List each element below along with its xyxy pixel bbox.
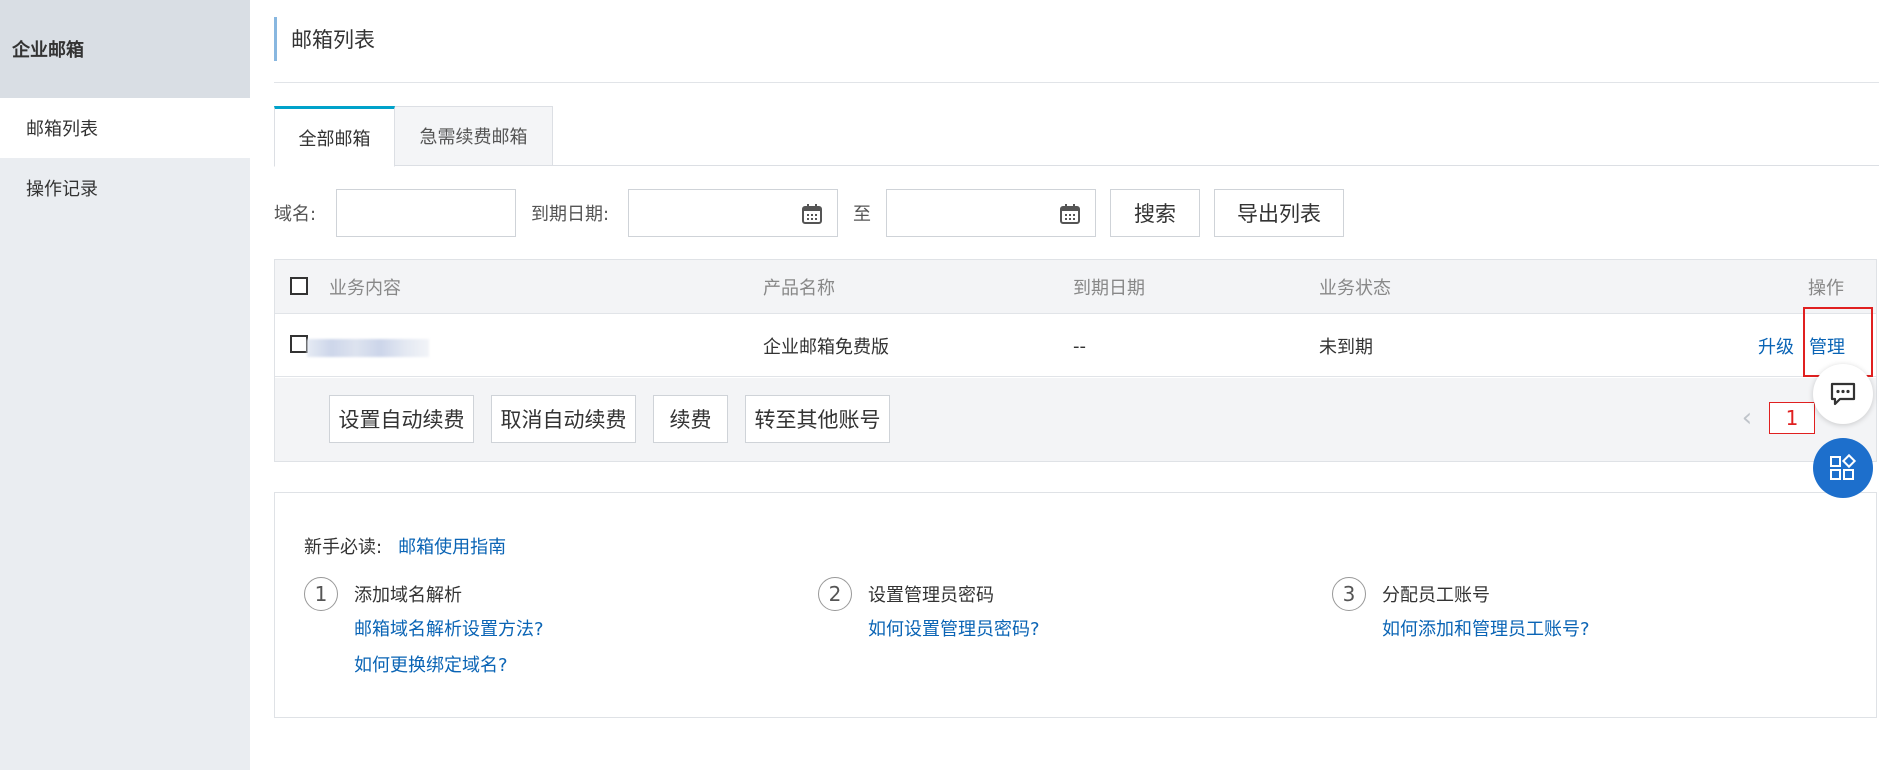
- sidebar-item-mailbox-list[interactable]: 邮箱列表: [0, 98, 250, 158]
- row-expiry: --: [1073, 335, 1086, 357]
- step-title: 分配员工账号: [1382, 585, 1490, 606]
- calendar-icon[interactable]: [1059, 203, 1081, 225]
- expiry-date-label: 到期日期:: [531, 204, 610, 225]
- step-link[interactable]: 如何更换绑定域名?: [354, 651, 508, 677]
- guide-step-1: 1 添加域名解析 邮箱域名解析设置方法? 如何更换绑定域名?: [304, 577, 804, 697]
- expiry-from-input[interactable]: [628, 189, 838, 237]
- transfer-account-button[interactable]: 转至其他账号: [745, 395, 890, 443]
- step-link[interactable]: 邮箱域名解析设置方法?: [354, 615, 544, 641]
- mailbox-table: 业务内容 产品名称 到期日期 业务状态 操作 企业邮箱免费版 -- 未到期 升级…: [274, 259, 1877, 462]
- beginner-guide: 新手必读: 邮箱使用指南 1 添加域名解析 邮箱域名解析设置方法? 如何更换绑定…: [274, 492, 1877, 718]
- step-number: 2: [818, 577, 852, 611]
- header-content: 业务内容: [329, 278, 401, 299]
- step-title: 设置管理员密码: [868, 585, 994, 606]
- header-product: 产品名称: [763, 278, 835, 299]
- pager-current-page[interactable]: 1: [1769, 402, 1815, 434]
- table-footer: 设置自动续费 取消自动续费 续费 转至其他账号 ‹ 1: [275, 378, 1876, 461]
- domain-input[interactable]: [336, 189, 516, 237]
- table-row: 企业邮箱免费版 -- 未到期 升级 管理: [275, 307, 1876, 377]
- chat-icon: [1830, 382, 1856, 406]
- date-range-to-label: 至: [853, 204, 871, 225]
- renew-button[interactable]: 续费: [653, 395, 728, 443]
- table-header: 业务内容 产品名称 到期日期 业务状态 操作: [275, 260, 1876, 314]
- step-link[interactable]: 如何设置管理员密码?: [868, 615, 1040, 641]
- auto-renew-button[interactable]: 设置自动续费: [329, 395, 474, 443]
- main-content: 邮箱列表 全部邮箱 急需续费邮箱 域名: 到期日期: 至 搜索 导出列表 业务内…: [274, 0, 1879, 770]
- sidebar-title: 企业邮箱: [0, 0, 250, 98]
- apps-icon: [1830, 453, 1857, 480]
- tab-bar: 全部邮箱 急需续费邮箱: [274, 106, 1879, 167]
- guide-link[interactable]: 邮箱使用指南: [398, 533, 506, 559]
- search-button[interactable]: 搜索: [1110, 189, 1200, 237]
- step-title: 添加域名解析: [354, 585, 462, 606]
- guide-step-2: 2 设置管理员密码 如何设置管理员密码?: [818, 577, 1318, 697]
- expiry-to-input[interactable]: [886, 189, 1096, 237]
- header-actions: 操作: [1808, 278, 1844, 299]
- redacted-mailbox-name: [307, 339, 429, 357]
- guide-header: 新手必读: 邮箱使用指南: [304, 533, 506, 559]
- header-expiry: 到期日期: [1073, 278, 1145, 299]
- filter-bar: 域名: 到期日期: 至 搜索 导出列表: [274, 189, 1344, 237]
- chat-float-button[interactable]: [1813, 364, 1873, 424]
- step-number: 1: [304, 577, 338, 611]
- upgrade-link[interactable]: 升级: [1758, 315, 1794, 377]
- domain-label: 域名:: [274, 204, 317, 225]
- chevron-left-icon[interactable]: ‹: [1737, 402, 1757, 434]
- step-link[interactable]: 如何添加和管理员工账号?: [1382, 615, 1590, 641]
- row-checkbox[interactable]: [290, 335, 308, 353]
- select-all-checkbox[interactable]: [290, 277, 308, 295]
- guide-label: 新手必读:: [304, 537, 383, 558]
- header-status: 业务状态: [1319, 278, 1391, 299]
- tab-all-mailboxes[interactable]: 全部邮箱: [274, 106, 395, 167]
- step-number: 3: [1332, 577, 1366, 611]
- page-title: 邮箱列表: [274, 17, 375, 61]
- export-list-button[interactable]: 导出列表: [1214, 189, 1344, 237]
- row-status: 未到期: [1319, 337, 1373, 358]
- calendar-icon[interactable]: [801, 203, 823, 225]
- apps-float-button[interactable]: [1813, 438, 1873, 498]
- cancel-auto-renew-button[interactable]: 取消自动续费: [491, 395, 636, 443]
- row-product: 企业邮箱免费版: [763, 337, 889, 358]
- sidebar: 企业邮箱 邮箱列表 操作记录: [0, 0, 250, 770]
- tab-renewal-needed[interactable]: 急需续费邮箱: [395, 106, 553, 166]
- sidebar-item-operation-log[interactable]: 操作记录: [0, 158, 250, 218]
- guide-step-3: 3 分配员工账号 如何添加和管理员工账号?: [1332, 577, 1832, 697]
- title-divider: [274, 82, 1879, 83]
